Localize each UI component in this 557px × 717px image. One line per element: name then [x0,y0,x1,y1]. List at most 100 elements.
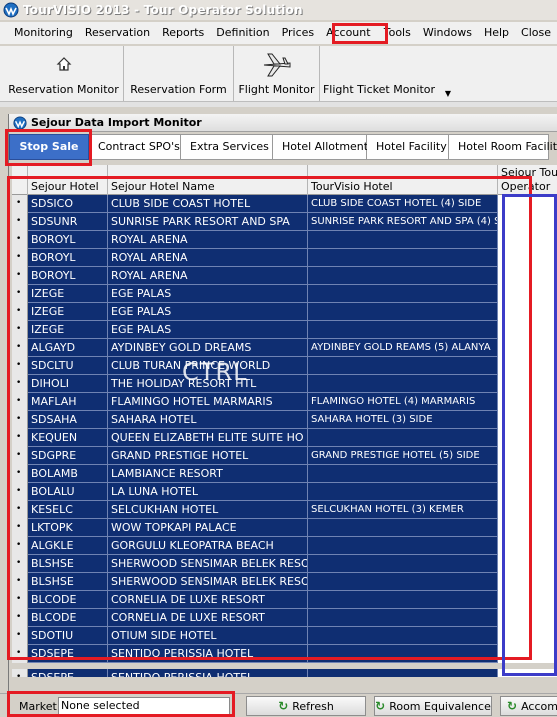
table-row[interactable]: • SDCLTU CLUB TURAN PRINCE WORLD [12,357,557,375]
cell-tour-operator[interactable] [498,465,557,483]
cell-tourvisio-hotel[interactable] [308,483,498,501]
cell-tourvisio-hotel[interactable]: CLUB SIDE COAST HOTEL (4) SIDE [308,195,498,213]
cell-sejour-hotel-code[interactable]: BOROYL [28,249,108,267]
cell-sejour-hotel-name[interactable]: CLUB SIDE COAST HOTEL [108,195,308,213]
cell-tour-operator[interactable] [498,627,557,645]
cell-tourvisio-hotel[interactable] [308,627,498,645]
table-row[interactable]: • BOROYL ROYAL ARENA [12,267,557,285]
cell-tour-operator[interactable] [498,285,557,303]
tab-stop-sale[interactable]: Stop Sale [9,134,89,160]
cell-tour-operator[interactable] [498,555,557,573]
cell-sejour-hotel-code[interactable]: SDSEPE [28,645,108,663]
cell-tourvisio-hotel[interactable] [308,357,498,375]
market-select[interactable]: None selected [58,697,230,715]
cell-tour-operator[interactable] [498,501,557,519]
cell-sejour-hotel-code[interactable]: MAFLAH [28,393,108,411]
cell-sejour-hotel-name[interactable]: ROYAL ARENA [108,249,308,267]
cell-sejour-hotel-name[interactable]: SELCUKHAN HOTEL [108,501,308,519]
cell-sejour-hotel-name[interactable]: SHERWOOD SENSIMAR BELEK RESOI [108,573,308,591]
table-row[interactable]: • BLCODE CORNELIA DE LUXE RESORT [12,591,557,609]
cell-sejour-hotel-code[interactable]: BLCODE [28,609,108,627]
cell-sejour-hotel-name[interactable]: EGE PALAS [108,321,308,339]
column-header-tourvisio-hotel[interactable]: TourVisio Hotel [308,165,498,195]
cell-sejour-hotel-code[interactable]: BOLALU [28,483,108,501]
reservation-form-button[interactable]: Reservation Form [124,46,234,102]
cell-tourvisio-hotel[interactable] [308,645,498,663]
table-row[interactable]: • BOROYL ROYAL ARENA [12,231,557,249]
column-header-sejour-hotel[interactable]: Sejour Hotel [28,165,108,195]
cell-tour-operator[interactable] [498,267,557,285]
cell-sejour-hotel-code[interactable]: BOROYL [28,231,108,249]
table-row[interactable]: • SDSAHA SAHARA HOTEL SAHARA HOTEL (3) SIDE [12,411,557,429]
cell-sejour-hotel-code[interactable]: IZEGE [28,321,108,339]
menu-reports[interactable]: Reports [156,23,210,43]
table-row[interactable]: • KEQUEN QUEEN ELIZABETH ELITE SUITE HO [12,429,557,447]
menu-monitoring[interactable]: Monitoring [0,23,79,43]
toolbar-overflow-button[interactable]: ▼ [438,46,458,102]
cell-tour-operator[interactable] [498,357,557,375]
table-row[interactable]: • IZEGE EGE PALAS [12,303,557,321]
cell-tour-operator[interactable] [498,303,557,321]
cell-tourvisio-hotel[interactable]: SUNRISE PARK RESORT AND SPA (4) S [308,213,498,231]
cell-sejour-hotel-name[interactable]: GORGULU KLEOPATRA BEACH [108,537,308,555]
table-row[interactable]: • IZEGE EGE PALAS [12,285,557,303]
cell-sejour-hotel-code[interactable]: DIHOLI [28,375,108,393]
cell-tourvisio-hotel[interactable] [308,375,498,393]
cell-tour-operator[interactable] [498,375,557,393]
cell-sejour-hotel-code[interactable]: BLSHSE [28,555,108,573]
cell-tourvisio-hotel[interactable] [308,669,498,677]
cell-sejour-hotel-name[interactable]: QUEEN ELIZABETH ELITE SUITE HO [108,429,308,447]
cell-tour-operator[interactable] [498,519,557,537]
cell-sejour-hotel-code[interactable]: BOLAMB [28,465,108,483]
cell-tourvisio-hotel[interactable] [308,537,498,555]
cell-tour-operator[interactable] [498,429,557,447]
cell-tourvisio-hotel[interactable] [308,249,498,267]
menu-windows[interactable]: Windows [421,23,478,43]
menu-tools[interactable]: Tools [371,23,421,43]
table-row[interactable]: • SDOTIU OTIUM SIDE HOTEL [12,627,557,645]
cell-sejour-hotel-name[interactable]: WOW TOPKAPI PALACE [108,519,308,537]
table-row[interactable]: • IZEGE EGE PALAS [12,321,557,339]
cell-tour-operator[interactable] [498,339,557,357]
tab-hotel-facility[interactable]: Hotel Facility [367,134,449,160]
cell-sejour-hotel-code[interactable]: BLCODE [28,591,108,609]
cell-sejour-hotel-code[interactable]: BOROYL [28,267,108,285]
cell-sejour-hotel-name[interactable]: CORNELIA DE LUXE RESORT [108,609,308,627]
table-row[interactable]: • BOLAMB LAMBIANCE RESORT [12,465,557,483]
table-row[interactable]: • BOLALU LA LUNA HOTEL [12,483,557,501]
cell-tourvisio-hotel[interactable]: FLAMINGO HOTEL (4) MARMARIS [308,393,498,411]
cell-tour-operator[interactable] [498,609,557,627]
table-row[interactable]: • SDSUNR SUNRISE PARK RESORT AND SPA SUNRIS… [12,213,557,231]
table-row[interactable]: • BLSHSE SHERWOOD SENSIMAR BELEK RESOI [12,573,557,591]
cell-sejour-hotel-name[interactable]: SENTIDO PERISSIA HOTEL [108,669,308,677]
table-row[interactable]: • BLSHSE SHERWOOD SENSIMAR BELEK RESOI [12,555,557,573]
cell-sejour-hotel-code[interactable]: SDCLTU [28,357,108,375]
cell-sejour-hotel-name[interactable]: AYDINBEY GOLD DREAMS [108,339,308,357]
table-row[interactable]: • ALGAYD AYDINBEY GOLD DREAMS AYDINBEY GOLD… [12,339,557,357]
cell-tour-operator[interactable] [498,483,557,501]
cell-tour-operator[interactable] [498,537,557,555]
flight-monitor-button[interactable]: Flight Monitor [234,46,320,102]
cell-sejour-hotel-code[interactable]: KESELC [28,501,108,519]
cell-tourvisio-hotel[interactable] [308,231,498,249]
cell-sejour-hotel-name[interactable]: SUNRISE PARK RESORT AND SPA [108,213,308,231]
cell-sejour-hotel-code[interactable]: ALGKLE [28,537,108,555]
flight-ticket-monitor-button[interactable]: Flight Ticket Monitor [320,46,438,102]
table-row[interactable]: • BLCODE CORNELIA DE LUXE RESORT [12,609,557,627]
cell-tourvisio-hotel[interactable] [308,519,498,537]
cell-sejour-hotel-name[interactable]: GRAND PRESTIGE HOTEL [108,447,308,465]
cell-sejour-hotel-name[interactable]: EGE PALAS [108,285,308,303]
cell-tour-operator[interactable] [498,669,557,677]
table-row[interactable]: • KESELC SELCUKHAN HOTEL SELCUKHAN HOTEL (3… [12,501,557,519]
cell-tourvisio-hotel[interactable]: AYDINBEY GOLD REAMS (5) ALANYA [308,339,498,357]
cell-tourvisio-hotel[interactable]: SELCUKHAN HOTEL (3) KEMER [308,501,498,519]
table-row[interactable]: • SDGPRE GRAND PRESTIGE HOTEL GRAND PRESTIG… [12,447,557,465]
cell-sejour-hotel-code[interactable]: IZEGE [28,303,108,321]
room-equivalence-button[interactable]: ↻ Room Equivalence [374,696,492,716]
cell-sejour-hotel-code[interactable]: SDOTIU [28,627,108,645]
table-row[interactable]: • MAFLAH FLAMINGO HOTEL MARMARIS FLAMINGO H… [12,393,557,411]
tab-extra-services[interactable]: Extra Services [181,134,273,160]
cell-tour-operator[interactable] [498,591,557,609]
cell-sejour-hotel-name[interactable]: EGE PALAS [108,303,308,321]
cell-tour-operator[interactable] [498,213,557,231]
